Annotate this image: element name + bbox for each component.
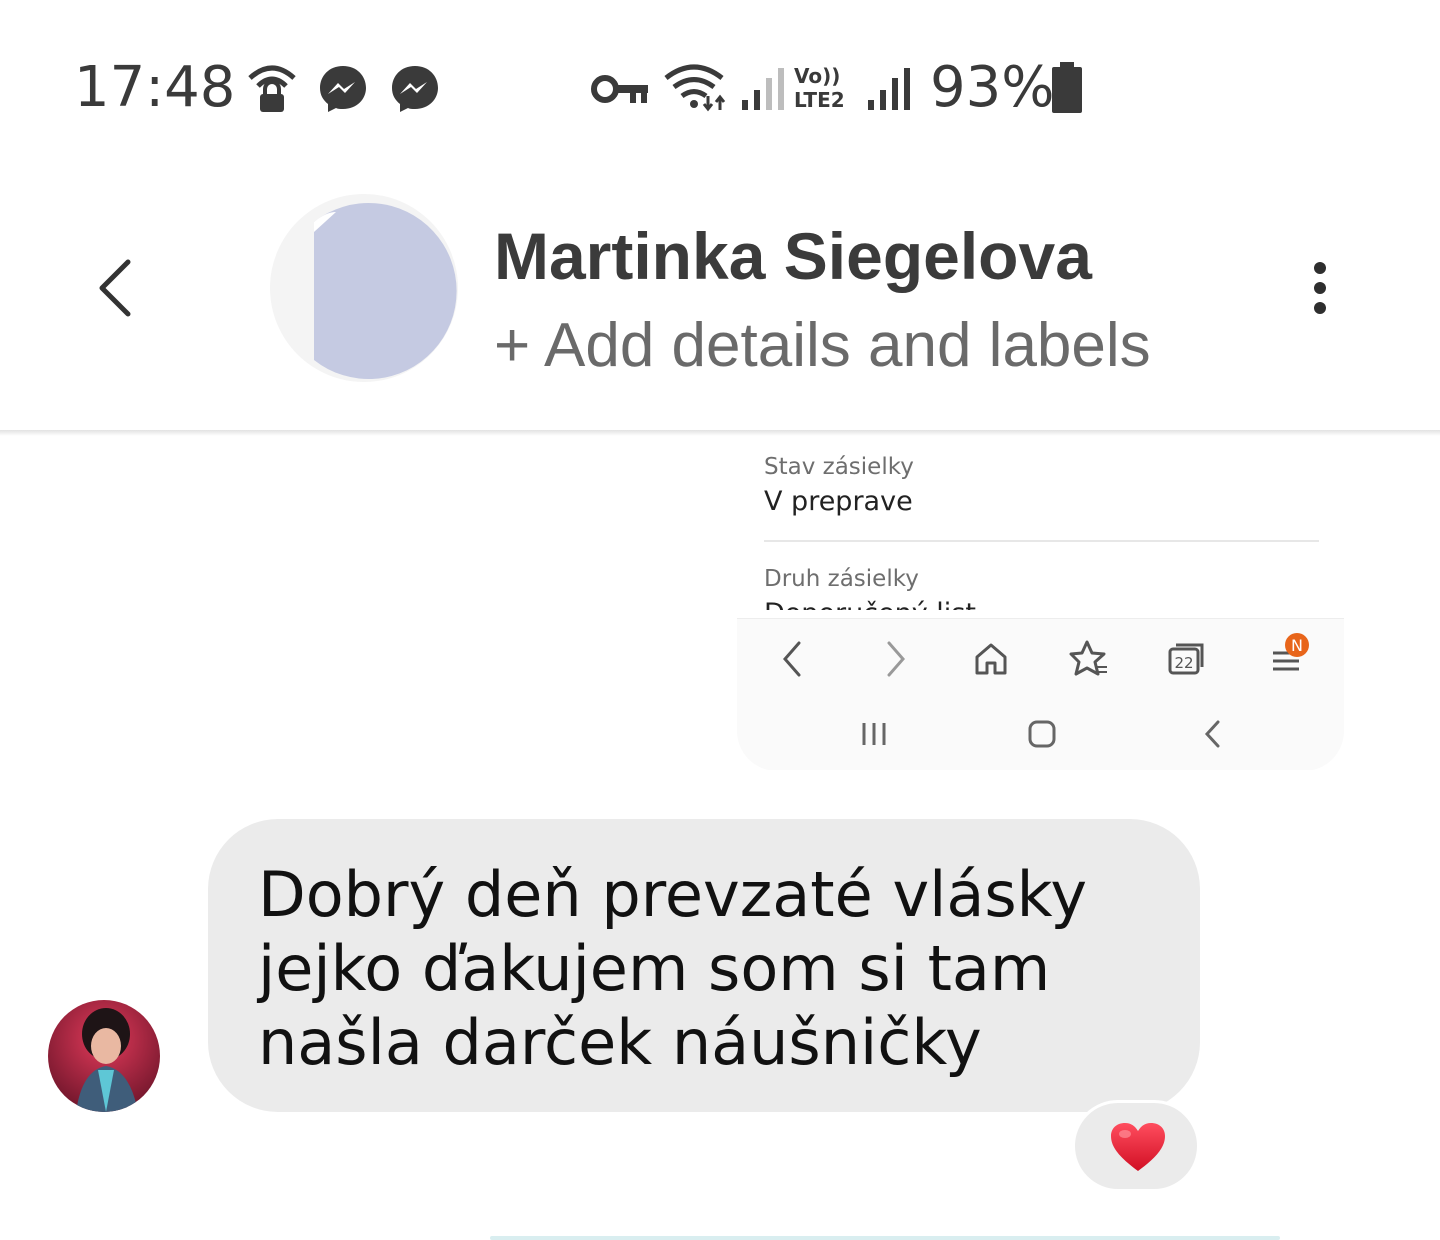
field-divider <box>764 540 1319 542</box>
field-value: V preprave <box>764 486 913 517</box>
header-divider <box>0 430 1440 436</box>
contact-name[interactable]: Martinka Siegelova <box>494 218 1092 294</box>
more-vertical-icon[interactable] <box>1304 258 1336 318</box>
chevron-left-icon[interactable] <box>92 256 140 320</box>
signal-icon <box>742 68 784 110</box>
field-label: Stav zásielky <box>764 454 914 480</box>
heart-icon <box>1111 1123 1165 1171</box>
wifi-icon <box>664 64 726 112</box>
add-details-link[interactable]: + Add details and labels <box>494 310 1151 381</box>
browser-toolbar: 22 N <box>737 618 1344 770</box>
tabs-icon: 22 <box>1168 643 1204 675</box>
bookmarks-icon <box>1069 640 1107 676</box>
menu-icon: N <box>1273 633 1309 671</box>
messenger-icon <box>392 66 438 112</box>
shared-image[interactable]: Stav zásielky V preprave Druh zásielky D… <box>737 438 1344 770</box>
reaction-pill[interactable] <box>1072 1100 1200 1192</box>
notification-badge: N <box>1291 636 1303 655</box>
vpn-key-icon <box>591 75 648 103</box>
tabs-count: 22 <box>1174 654 1193 672</box>
contact-avatar[interactable] <box>266 192 462 388</box>
next-message-edge <box>490 1236 1280 1240</box>
battery-icon <box>1052 62 1082 113</box>
forward-icon <box>887 641 905 677</box>
sender-avatar[interactable] <box>48 1000 160 1112</box>
back-icon <box>783 641 801 677</box>
home-icon <box>975 643 1007 675</box>
field-label: Druh zásielky <box>764 566 919 592</box>
status-time: 17:48 <box>74 55 236 120</box>
message-text: Dobrý deň prevzaté vlásky jejko ďakujem … <box>258 858 1088 1079</box>
home-icon <box>1028 720 1056 748</box>
wifi-lock-icon <box>248 65 296 112</box>
back-icon <box>1204 720 1220 748</box>
messenger-icon <box>320 66 366 112</box>
battery-percent: 93% <box>930 55 1055 120</box>
signal-icon <box>868 68 910 110</box>
recents-icon <box>862 723 886 745</box>
field-value: Doporučený list <box>764 598 976 610</box>
volte-label: Vo)) LTE2 <box>794 64 845 112</box>
